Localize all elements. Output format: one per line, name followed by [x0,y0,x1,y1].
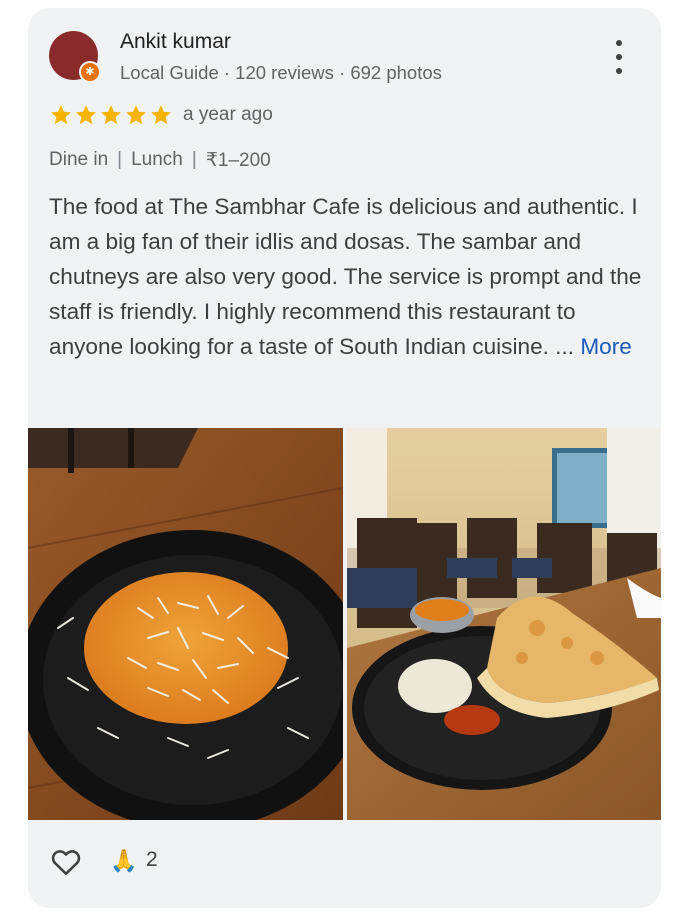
tag-separator: | [117,149,123,170]
star-icon [151,105,171,125]
tag-dine-in: Dine in [49,149,109,170]
review-photo-1[interactable] [28,428,343,820]
review-text-block: The food at The Sambhar Cafe is deliciou… [49,189,649,364]
heart-outline-icon[interactable] [48,843,84,879]
review-time: a year ago [183,104,273,125]
review-photo-2[interactable] [347,428,661,820]
folded-hands-icon[interactable]: 🙏 [110,848,137,874]
review-text: The food at The Sambhar Cafe is deliciou… [49,194,642,359]
star-icon [126,105,146,125]
star-rating [49,103,173,127]
author-name[interactable]: Ankit kumar [120,30,231,54]
reaction-count: 2 [146,848,158,871]
more-link[interactable]: More [580,334,631,359]
avatar[interactable]: ✱ [49,31,101,83]
star-icon [101,105,121,125]
tag-separator: | [191,149,197,170]
more-vert-icon[interactable] [609,40,629,74]
tag-meal: Lunch [131,149,183,170]
tag-price: ₹1–200 [205,150,271,171]
review-tags: Dine in | Lunch | ₹1–200 [49,149,271,172]
review-card: ✱ Ankit kumar Local Guide · 120 reviews … [28,8,661,908]
author-meta: Local Guide · 120 reviews · 692 photos [120,62,442,83]
local-guide-badge-icon: ✱ [79,61,101,83]
star-icon [51,105,71,125]
star-icon [76,105,96,125]
